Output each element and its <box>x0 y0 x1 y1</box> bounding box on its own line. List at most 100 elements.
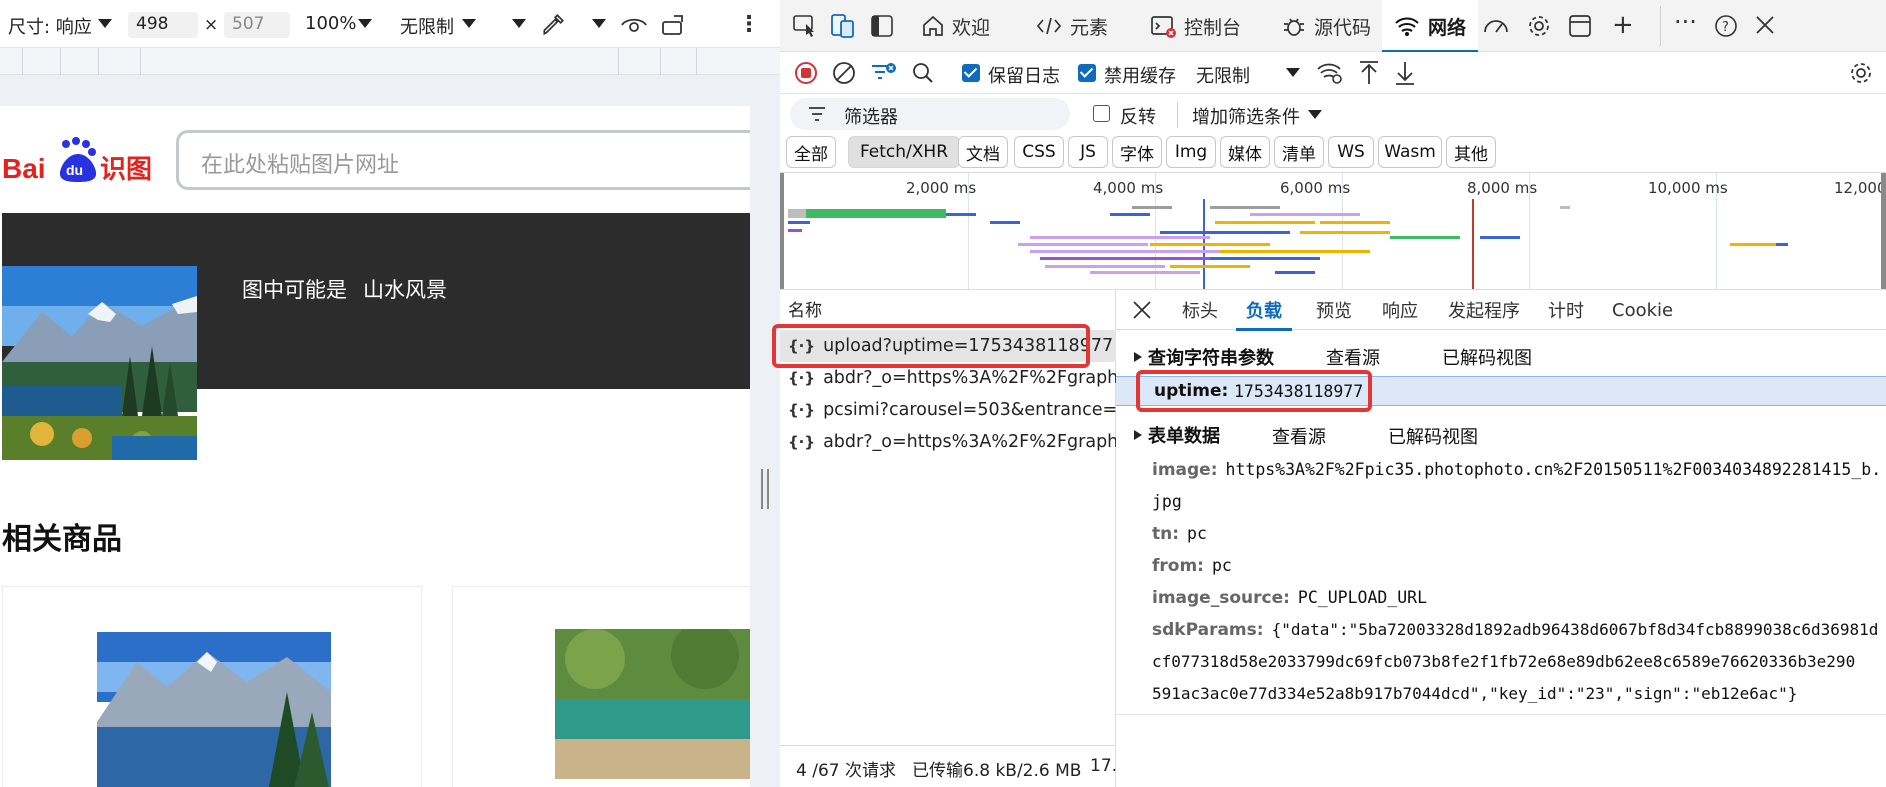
query-view-source-link[interactable]: 查看源 <box>1326 344 1380 370</box>
type-filter-fetch-xhr[interactable]: Fetch/XHR <box>848 136 960 168</box>
form-field-image[interactable]: image: https%3A%2F%2Fpic35.photophoto.cn%… <box>1152 454 1881 486</box>
zoom-select[interactable]: 100% <box>305 13 356 34</box>
chevron-down-icon[interactable] <box>1286 68 1300 77</box>
request-row[interactable]: {·} pcsimi?carousel=503&entrance=G... <box>780 394 1116 426</box>
form-field-tn[interactable]: tn: pc <box>1152 518 1207 550</box>
type-filter-other[interactable]: 其他 <box>1446 136 1496 168</box>
import-har-icon[interactable] <box>1358 60 1380 86</box>
ruler-segment[interactable] <box>22 48 60 75</box>
more-tools-plus-icon[interactable]: + <box>1612 10 1634 40</box>
more-options-icon[interactable]: ⋮ <box>738 12 760 37</box>
eye-icon[interactable] <box>620 13 648 37</box>
customize-more-icon[interactable]: ··· <box>1674 8 1697 36</box>
baidu-logo[interactable]: Bai du 识图 <box>2 136 152 192</box>
result-value[interactable]: 山水风景 <box>363 278 447 302</box>
product-image[interactable] <box>555 629 750 779</box>
invert-checkbox[interactable] <box>1093 105 1110 122</box>
application-icon[interactable] <box>1568 14 1592 38</box>
detail-tab-cookie[interactable]: Cookie <box>1612 290 1673 330</box>
type-filter-ws[interactable]: WS <box>1328 136 1374 168</box>
dock-side-icon[interactable] <box>870 14 894 38</box>
clear-icon[interactable] <box>832 61 856 85</box>
type-filter-font[interactable]: 字体 <box>1112 136 1162 168</box>
performance-icon[interactable] <box>1482 14 1510 38</box>
drag-grip-icon[interactable] <box>761 469 769 509</box>
filter-toggle-icon[interactable] <box>870 60 898 86</box>
overview-bar <box>1040 257 1210 260</box>
chevron-down-icon[interactable] <box>1308 110 1322 119</box>
width-input[interactable]: 498 <box>128 12 198 38</box>
ruler-segment[interactable] <box>60 48 98 75</box>
image-url-input[interactable]: 在此处粘贴图片网址 <box>176 130 750 190</box>
ruler-segment[interactable] <box>98 48 140 75</box>
type-filter-manifest[interactable]: 清单 <box>1274 136 1324 168</box>
form-data-header[interactable]: 表单数据 <box>1134 422 1220 448</box>
product-card[interactable] <box>452 586 750 787</box>
tab-console[interactable]: 控制台 <box>1138 0 1253 52</box>
form-field-sdkparams[interactable]: sdkParams: {"data":"5ba72003328d1892adb96… <box>1152 614 1878 646</box>
type-filter-all[interactable]: 全部 <box>786 136 836 168</box>
query-params-header[interactable]: 查询字符串参数 <box>1134 344 1274 370</box>
overview-right-handle[interactable] <box>1881 173 1886 289</box>
chevron-down-icon[interactable] <box>592 19 606 28</box>
chevron-down-icon[interactable] <box>358 19 372 28</box>
form-view-source-link[interactable]: 查看源 <box>1272 423 1326 449</box>
tab-elements[interactable]: 元素 <box>1024 0 1120 52</box>
chevron-down-icon[interactable] <box>512 19 526 28</box>
request-detail-panel: 标头 负载 预览 响应 发起程序 计时 Cookie 查询字符串参数 查看源 已… <box>1116 290 1886 787</box>
form-field-image-source[interactable]: image_source: PC_UPLOAD_URL <box>1152 582 1427 614</box>
filter-input[interactable]: 筛选器 <box>790 98 1070 130</box>
product-image[interactable] <box>97 632 331 787</box>
ruler-segment[interactable] <box>140 48 618 75</box>
height-input[interactable]: 507 <box>224 12 290 38</box>
export-har-icon[interactable] <box>1394 60 1416 86</box>
query-view-decoded-link[interactable]: 已解码视图 <box>1442 344 1532 370</box>
help-icon[interactable]: ? <box>1714 14 1738 38</box>
eyedropper-icon[interactable] <box>540 12 566 38</box>
type-filter-img[interactable]: Img <box>1166 136 1216 168</box>
detail-tab-initiator[interactable]: 发起程序 <box>1448 290 1520 330</box>
form-view-decoded-link[interactable]: 已解码视图 <box>1388 423 1478 449</box>
product-card[interactable] <box>2 586 422 787</box>
close-detail-icon[interactable] <box>1132 300 1152 320</box>
network-overview-timeline[interactable]: 2,000 ms 4,000 ms 6,000 ms 8,000 ms 10,0… <box>780 172 1886 290</box>
type-filter-css[interactable]: CSS <box>1014 136 1064 168</box>
preserve-log-checkbox[interactable] <box>962 64 980 82</box>
tab-welcome[interactable]: 欢迎 <box>910 0 1002 52</box>
detail-tab-timing[interactable]: 计时 <box>1548 290 1584 330</box>
request-row[interactable]: {·} abdr?_o=https%3A%2F%2Fgraph.... <box>780 426 1116 458</box>
form-field-from[interactable]: from: pc <box>1152 550 1232 582</box>
detail-tab-preview[interactable]: 预览 <box>1316 290 1352 330</box>
more-filters-select[interactable]: 增加筛选条件 <box>1192 103 1300 129</box>
chevron-down-icon[interactable] <box>462 19 476 28</box>
split-handle[interactable] <box>750 75 780 787</box>
detail-tab-response[interactable]: 响应 <box>1382 290 1418 330</box>
ruler-segment[interactable] <box>618 48 660 75</box>
inspect-element-icon[interactable] <box>792 14 818 38</box>
detail-tab-payload[interactable]: 负载 <box>1236 290 1292 331</box>
type-filter-document[interactable]: 文档 <box>958 136 1008 168</box>
dimensions-select[interactable]: 尺寸: 响应 <box>8 13 92 39</box>
type-filter-js[interactable]: JS <box>1068 136 1108 168</box>
tab-sources[interactable]: 源代码 <box>1270 0 1383 52</box>
ruler-segment[interactable] <box>696 48 736 75</box>
disable-cache-checkbox[interactable] <box>1078 64 1096 82</box>
record-stop-icon[interactable] <box>794 61 818 85</box>
device-toggle-icon[interactable] <box>830 12 856 40</box>
throttle-select[interactable]: 无限制 <box>400 13 454 39</box>
settings-gear-icon[interactable] <box>1526 13 1552 39</box>
throttling-select[interactable]: 无限制 <box>1196 62 1250 88</box>
overview-left-handle[interactable] <box>780 173 784 289</box>
name-column-header[interactable]: 名称 <box>788 296 822 321</box>
chevron-down-icon[interactable] <box>98 19 112 28</box>
network-conditions-icon[interactable] <box>1316 60 1344 86</box>
detail-tab-headers[interactable]: 标头 <box>1182 290 1218 330</box>
type-filter-wasm[interactable]: Wasm <box>1378 136 1442 168</box>
close-devtools-icon[interactable] <box>1754 14 1776 36</box>
tab-network[interactable]: 网络 <box>1382 0 1479 53</box>
search-icon[interactable] <box>912 62 934 84</box>
ruler-segment[interactable] <box>660 48 696 75</box>
network-settings-gear-icon[interactable] <box>1848 60 1874 86</box>
rotate-device-icon[interactable] <box>660 12 688 38</box>
type-filter-media[interactable]: 媒体 <box>1220 136 1270 168</box>
